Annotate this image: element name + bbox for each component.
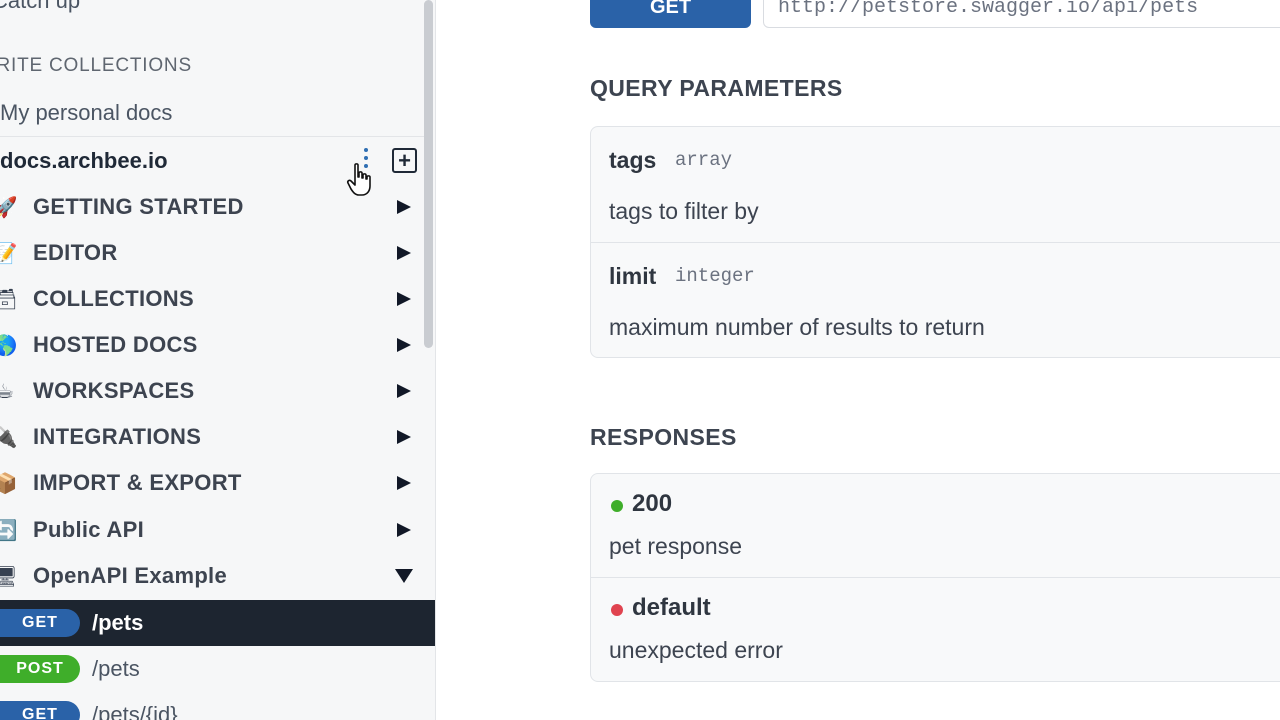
plug-icon: 🔌 [0,424,18,450]
expand-arrow-icon[interactable] [397,200,411,214]
param-row: tags array tags to filter by [591,127,1280,243]
sidebar-item-hosted-docs[interactable]: 🌎 HOSTED DOCS [0,322,424,368]
workspace-title[interactable]: docs.archbee.io [0,148,168,174]
response-row[interactable]: default unexpected error [591,578,1280,681]
response-code: 200 [632,490,673,517]
query-parameters-title: QUERY PARAMETERS [590,75,843,101]
sidebar-item-label: EDITOR [33,240,118,265]
endpoint-get-pet-by-id[interactable]: GET /pets/{id} [0,692,435,720]
responses-card: 200 pet response default unexpected erro… [590,473,1280,682]
globe-icon: 🌎 [0,332,18,358]
favorite-collections-heading: FAVORITE COLLECTIONS [0,55,192,76]
collapse-arrow-icon[interactable] [395,569,413,583]
expand-arrow-icon[interactable] [397,523,411,537]
query-parameters-card: tags array tags to filter by limit integ… [590,126,1280,358]
sidebar-item-public-api[interactable]: 🔄 Public API [0,507,424,553]
expand-arrow-icon[interactable] [397,292,411,306]
request-url-field[interactable]: http://petstore.swagger.io/api/pets [763,0,1280,28]
response-row[interactable]: 200 pet response [591,474,1280,578]
method-badge: POST [0,655,80,683]
package-icon: 📦 [0,470,18,496]
sidebar-item-openapi-example[interactable]: 🖥 OpenAPI Example [0,553,424,599]
response-code: default [632,594,711,621]
refresh-icon: 🔄 [0,517,18,543]
card-box-icon: 🗃 [0,286,18,312]
sidebar-item-integrations[interactable]: 🔌 INTEGRATIONS [0,414,424,460]
sidebar-item-label: WORKSPACES [33,378,195,403]
rocket-icon: 🚀 [0,194,18,220]
endpoint-path: /pets [92,656,140,681]
param-name: tags [609,147,657,173]
expand-arrow-icon[interactable] [397,338,411,352]
sidebar-item-label: OpenAPI Example [33,563,228,588]
sidebar: Catch up FAVORITE COLLECTIONS My persona… [0,0,436,720]
main-content: GET http://petstore.swagger.io/api/pets … [437,0,1280,720]
coffee-icon: ☕ [0,378,18,404]
sidebar-item-label: GETTING STARTED [33,194,244,219]
sidebar-scrollbar[interactable] [424,0,433,348]
method-badge: GET [0,609,80,637]
sidebar-item-editor[interactable]: 📝 EDITOR [0,230,424,276]
method-badge: GET [0,701,80,720]
sidebar-item-workspaces[interactable]: ☕ WORKSPACES [0,368,424,414]
responses-title: RESPONSES [590,424,737,450]
sidebar-item-label: HOSTED DOCS [33,332,198,357]
sidebar-item-label: INTEGRATIONS [33,424,202,449]
status-dot-icon [611,500,623,512]
expand-arrow-icon[interactable] [397,246,411,260]
hand-cursor-icon [346,163,371,196]
response-description: pet response [609,533,742,559]
sidebar-item-catch-up[interactable]: Catch up [0,0,80,14]
param-name: limit [609,263,657,289]
sidebar-item-label: Public API [33,517,144,542]
request-method-button[interactable]: GET [590,0,751,28]
response-description: unexpected error [609,637,783,663]
endpoint-path: /pets [92,610,144,635]
sidebar-item-collections[interactable]: 🗃 COLLECTIONS [0,276,424,322]
sidebar-divider [0,136,424,137]
sidebar-item-import-export[interactable]: 📦 IMPORT & EXPORT [0,460,424,506]
expand-arrow-icon[interactable] [397,476,411,490]
sidebar-item-personal-docs[interactable]: My personal docs [0,100,172,126]
memo-icon: 📝 [0,240,18,266]
add-page-button[interactable]: + [392,148,417,173]
sidebar-item-label: COLLECTIONS [33,286,194,311]
param-type: array [675,149,733,171]
param-type: integer [675,265,755,287]
expand-arrow-icon[interactable] [397,384,411,398]
param-description: maximum number of results to return [609,314,985,340]
status-dot-icon [611,604,623,616]
endpoint-post-pets[interactable]: POST /pets [0,646,435,692]
expand-arrow-icon[interactable] [397,430,411,444]
endpoint-path: /pets/{id} [92,702,178,720]
endpoint-get-pets[interactable]: GET /pets [0,600,435,646]
sidebar-item-label: IMPORT & EXPORT [33,470,242,495]
param-row: limit integer maximum number of results … [591,243,1280,357]
param-description: tags to filter by [609,198,759,224]
desktop-icon: 🖥 [0,563,18,589]
